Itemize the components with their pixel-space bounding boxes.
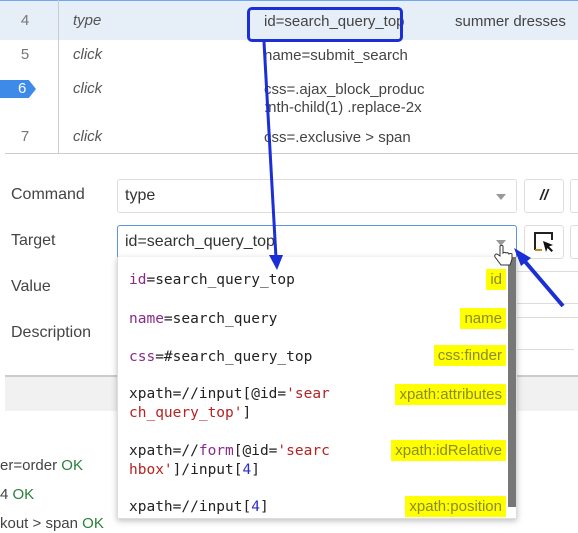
row-value: summer dresses (455, 13, 566, 30)
dropdown-scrollbar[interactable] (508, 257, 516, 507)
target-label: Target (11, 232, 56, 249)
comment-button[interactable]: // (524, 179, 564, 213)
locator-option-xpath-attributes[interactable]: xpath=//input[@id='sear ch_query_top'] (129, 385, 359, 423)
annotation-highlight-box (247, 7, 403, 42)
row-number: 4 (20, 12, 30, 29)
more-button[interactable] (570, 179, 578, 213)
value-input-edge[interactable] (516, 303, 578, 304)
command-label: Command (11, 186, 85, 203)
locator-option-id[interactable]: id=search_query_top (129, 271, 359, 290)
locator-type-badge: css:finder (433, 345, 506, 366)
table-row[interactable]: css=.ajax_block_produc :nth-child(1) .re… (0, 72, 578, 122)
log-line: 4 OK (0, 486, 35, 503)
column-divider (58, 0, 59, 153)
select-element-icon (534, 232, 553, 252)
locator-option-xpath-idrelative[interactable]: xpath=//form[@id='searc hbox']/input[4] (129, 442, 359, 480)
table-row[interactable]: 7 click css=.exclusive > span (0, 122, 578, 153)
status-ok: OK (12, 486, 35, 503)
breakpoint-marker[interactable]: 6 (0, 80, 36, 98)
locator-type-badge: id (486, 269, 506, 290)
row-command: click (73, 128, 103, 145)
table-row[interactable]: 5 click name=submit_search (0, 40, 578, 72)
locator-option-name[interactable]: name=search_query (129, 310, 359, 329)
select-target-button[interactable] (524, 225, 564, 259)
description-input-edge[interactable] (516, 349, 574, 350)
log-line: kout > span OK (0, 515, 104, 532)
locator-option-xpath-position[interactable]: xpath=//input[4] (129, 498, 359, 517)
locator-type-badge: name (460, 308, 506, 329)
locator-type-badge: xpath:attributes (395, 384, 506, 405)
row-target-line1: css=.ajax_block_produc (264, 81, 425, 98)
status-ok: OK (82, 515, 104, 532)
value-label: Value (11, 278, 51, 295)
find-button[interactable] (570, 225, 578, 259)
row-number: 5 (20, 46, 30, 63)
locator-type-badge: xpath:idRelative (391, 440, 506, 461)
command-value: type (125, 187, 156, 204)
locator-type-badge: xpath:position (405, 496, 506, 517)
description-input-edge[interactable] (516, 317, 578, 318)
target-value: id=search_query_top (125, 233, 275, 250)
row-target: css=.exclusive > span (264, 129, 411, 146)
row-command: click (73, 80, 103, 97)
chevron-down-icon[interactable] (496, 194, 506, 200)
chevron-down-icon[interactable] (496, 240, 506, 246)
row-command: type (73, 12, 102, 29)
description-label: Description (11, 324, 92, 341)
row-target-line2: :nth-child(1) .replace-2x (264, 99, 422, 116)
table-border (5, 153, 578, 154)
row-command: click (73, 46, 103, 63)
row-number: 7 (20, 128, 30, 145)
row-target: name=submit_search (264, 47, 408, 64)
status-ok: OK (61, 457, 83, 474)
log-line: er=order OK (0, 457, 83, 474)
value-input-edge[interactable] (516, 271, 578, 272)
locator-option-css[interactable]: css=#search_query_top (129, 348, 359, 367)
target-input[interactable]: id=search_query_top (117, 225, 517, 259)
command-input[interactable]: type (117, 179, 517, 213)
target-locator-dropdown: id=search_query_top id name=search_query… (117, 257, 517, 519)
